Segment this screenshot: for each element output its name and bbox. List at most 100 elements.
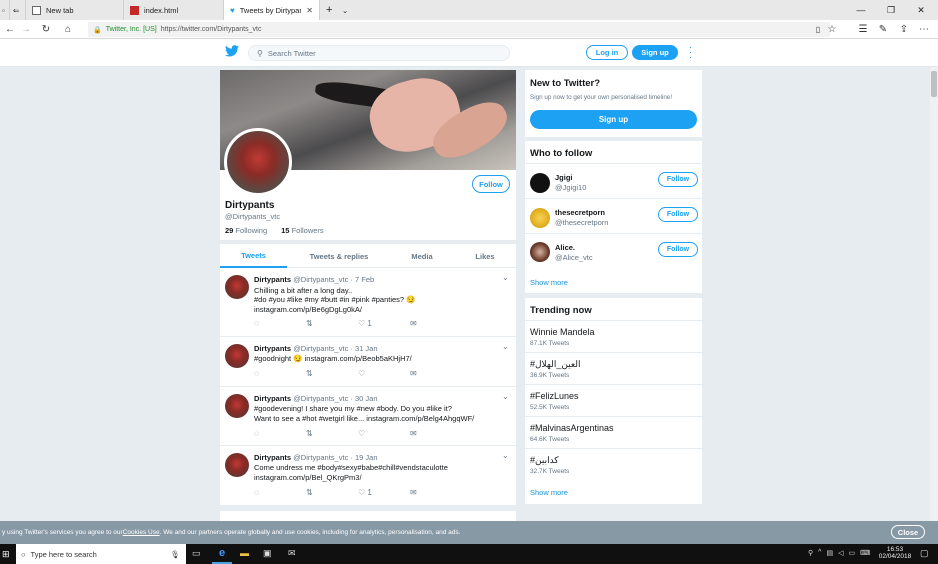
suggestion-avatar[interactable] <box>530 208 550 228</box>
notifications-icon[interactable]: ▢ <box>920 548 929 559</box>
tweet-text[interactable]: #goodevening! I share you my #new #body.… <box>254 404 452 414</box>
more-menu-icon[interactable]: ⋯ <box>916 22 932 37</box>
trend-item[interactable]: #MalvinasArgentinas 64.6K Tweets <box>525 416 702 448</box>
new-tab-button[interactable]: + <box>320 0 336 20</box>
retweet-icon[interactable]: ⇅ <box>306 429 358 438</box>
people-icon[interactable]: ⚲ <box>808 549 813 557</box>
forward-icon[interactable]: → <box>18 22 34 37</box>
twitter-logo-icon[interactable] <box>225 45 239 59</box>
tab-media[interactable]: Media <box>392 244 452 268</box>
battery-icon[interactable]: ▭ <box>848 549 855 557</box>
notes-pen-icon[interactable]: ✎ <box>875 22 891 37</box>
followers-stat[interactable]: 15 Followers <box>281 226 324 235</box>
tweet-avatar[interactable] <box>225 344 249 368</box>
tab-tweets[interactable]: Tweets <box>220 244 287 268</box>
more-options-icon[interactable]: · · · <box>688 43 693 63</box>
store-icon[interactable]: ▣ <box>263 548 272 559</box>
show-more-link[interactable]: Show more <box>530 278 568 287</box>
back-icon[interactable]: ← <box>2 22 18 37</box>
message-icon[interactable]: ✉ <box>410 429 417 438</box>
tweet-avatar[interactable] <box>225 394 249 418</box>
close-window-button[interactable]: ✕ <box>906 0 936 20</box>
retweet-icon[interactable]: ⇅ <box>306 369 358 378</box>
message-icon[interactable]: ✉ <box>410 369 417 378</box>
edge-browser-icon[interactable]: e <box>212 544 232 564</box>
reply-icon[interactable]: ◌ <box>254 488 306 497</box>
reply-icon[interactable]: ◌ <box>254 429 306 438</box>
tab-back-icon[interactable]: ⇐ <box>10 0 26 20</box>
follow-button[interactable]: Follow <box>658 242 698 257</box>
tweet-avatar[interactable] <box>225 453 249 477</box>
close-tab-icon[interactable]: ✕ <box>306 6 313 15</box>
chevron-down-icon[interactable]: ⌄ <box>502 273 509 282</box>
minimize-button[interactable]: — <box>846 0 876 20</box>
follow-suggestion[interactable]: thesecretporn @thesecretporn Follow <box>525 198 702 233</box>
like-icon[interactable]: ♡ <box>358 429 410 438</box>
task-view-icon[interactable]: ▭ <box>192 548 201 559</box>
clock[interactable]: 16:53 02/04/2018 <box>878 546 912 560</box>
windows-start-icon[interactable]: ⊞ <box>2 549 10 560</box>
keyboard-icon[interactable]: ⌨ <box>860 549 870 557</box>
search-input[interactable]: ⚲ Search Twitter <box>248 45 510 61</box>
follow-button[interactable]: Follow <box>658 172 698 187</box>
tab-tweets-replies[interactable]: Tweets & replies <box>294 244 384 268</box>
follow-suggestion[interactable]: Jgigi @Jgigi10 Follow <box>525 163 702 198</box>
signup-button[interactable]: Sign up <box>632 45 678 60</box>
profile-avatar[interactable] <box>224 128 292 196</box>
follow-suggestion[interactable]: Alice. @Alice_vtc Follow <box>525 233 702 268</box>
follow-button[interactable]: Follow <box>658 207 698 222</box>
tweet-avatar[interactable] <box>225 275 249 299</box>
share-icon[interactable]: ⇪ <box>896 22 912 37</box>
like-icon[interactable]: ♡ 1 <box>358 319 410 328</box>
file-explorer-icon[interactable]: ▬ <box>240 548 249 558</box>
volume-icon[interactable]: ◁ <box>838 549 843 557</box>
tab-new-tab[interactable]: New tab <box>26 0 124 20</box>
tweet-item[interactable]: Dirtypants @Dirtypants_vtc · 30 Jan #goo… <box>220 387 516 446</box>
url-field[interactable]: 🔒 Twitter, Inc. [US] https://twitter.com… <box>88 22 830 37</box>
trend-item[interactable]: #العين_الهلال 36.9K Tweets <box>525 352 702 384</box>
tweet-item[interactable]: Dirtypants @Dirtypants_vtc · 19 Jan Come… <box>220 446 516 506</box>
tweet-item[interactable]: Dirtypants @Dirtypants_vtc · 7 Feb Chill… <box>220 268 516 337</box>
tab-list-chevron-icon[interactable]: ⌄ <box>336 0 352 20</box>
cookie-close-button[interactable]: Close <box>891 525 925 539</box>
refresh-icon[interactable]: ↻ <box>38 22 54 37</box>
tweet-author-name[interactable]: Dirtypants <box>254 275 291 284</box>
tweet-link[interactable]: instagram.com/p/Bel_QKrgPm3/ <box>254 473 362 483</box>
tweet-text[interactable]: #goodnight 😏 instagram.com/p/Beob5aKHjH7… <box>254 354 412 364</box>
tweet-link[interactable]: instagram.com/p/Be6gDgLg0kA/ <box>254 305 362 315</box>
maximize-button[interactable]: ❐ <box>876 0 906 20</box>
reply-icon[interactable]: ◌ <box>254 369 306 378</box>
tweet-text-line2[interactable]: Want to see a #hot #wetgirl like... inst… <box>254 414 474 424</box>
favorites-hub-icon[interactable]: ☰ <box>855 22 871 37</box>
tweet-author-name[interactable]: Dirtypants <box>254 453 291 462</box>
trend-item[interactable]: #كدابين 32.7K Tweets <box>525 448 702 480</box>
cookies-use-link[interactable]: Cookies Use <box>123 529 160 536</box>
tab-index-html[interactable]: index.html <box>124 0 224 20</box>
sidebar-signup-button[interactable]: Sign up <box>530 110 697 129</box>
like-icon[interactable]: ♡ 1 <box>358 488 410 497</box>
microphone-icon[interactable]: 🎙 <box>170 550 180 559</box>
tweet-author-name[interactable]: Dirtypants <box>254 344 291 353</box>
trends-show-more-link[interactable]: Show more <box>530 488 568 497</box>
chevron-up-icon[interactable]: ^ <box>818 549 821 557</box>
chevron-down-icon[interactable]: ⌄ <box>502 392 509 401</box>
scrollbar[interactable] <box>930 67 938 521</box>
taskbar-search-input[interactable]: ○ Type here to search 🎙 <box>16 544 186 564</box>
chevron-down-icon[interactable]: ⌄ <box>502 342 509 351</box>
tab-preview-icon[interactable]: ▫ <box>0 0 10 20</box>
suggestion-avatar[interactable] <box>530 173 550 193</box>
tab-twitter[interactable]: ♥ Tweets by Dirtypants (@ ✕ <box>224 0 320 20</box>
network-icon[interactable]: ▤ <box>826 549 833 557</box>
home-icon[interactable]: ⌂ <box>60 22 76 37</box>
tab-likes[interactable]: Likes <box>456 244 514 268</box>
favorite-star-icon[interactable]: ☆ <box>824 22 840 37</box>
chevron-down-icon[interactable]: ⌄ <box>502 451 509 460</box>
profile-follow-button[interactable]: Follow <box>472 175 510 193</box>
scrollbar-thumb[interactable] <box>931 71 937 97</box>
profile-name[interactable]: Dirtypants <box>225 200 274 211</box>
retweet-icon[interactable]: ⇅ <box>306 488 358 497</box>
trend-item[interactable]: Winnie Mandela 87.1K Tweets <box>525 320 702 352</box>
reply-icon[interactable]: ◌ <box>254 319 306 328</box>
suggestion-avatar[interactable] <box>530 242 550 262</box>
message-icon[interactable]: ✉ <box>410 488 417 497</box>
